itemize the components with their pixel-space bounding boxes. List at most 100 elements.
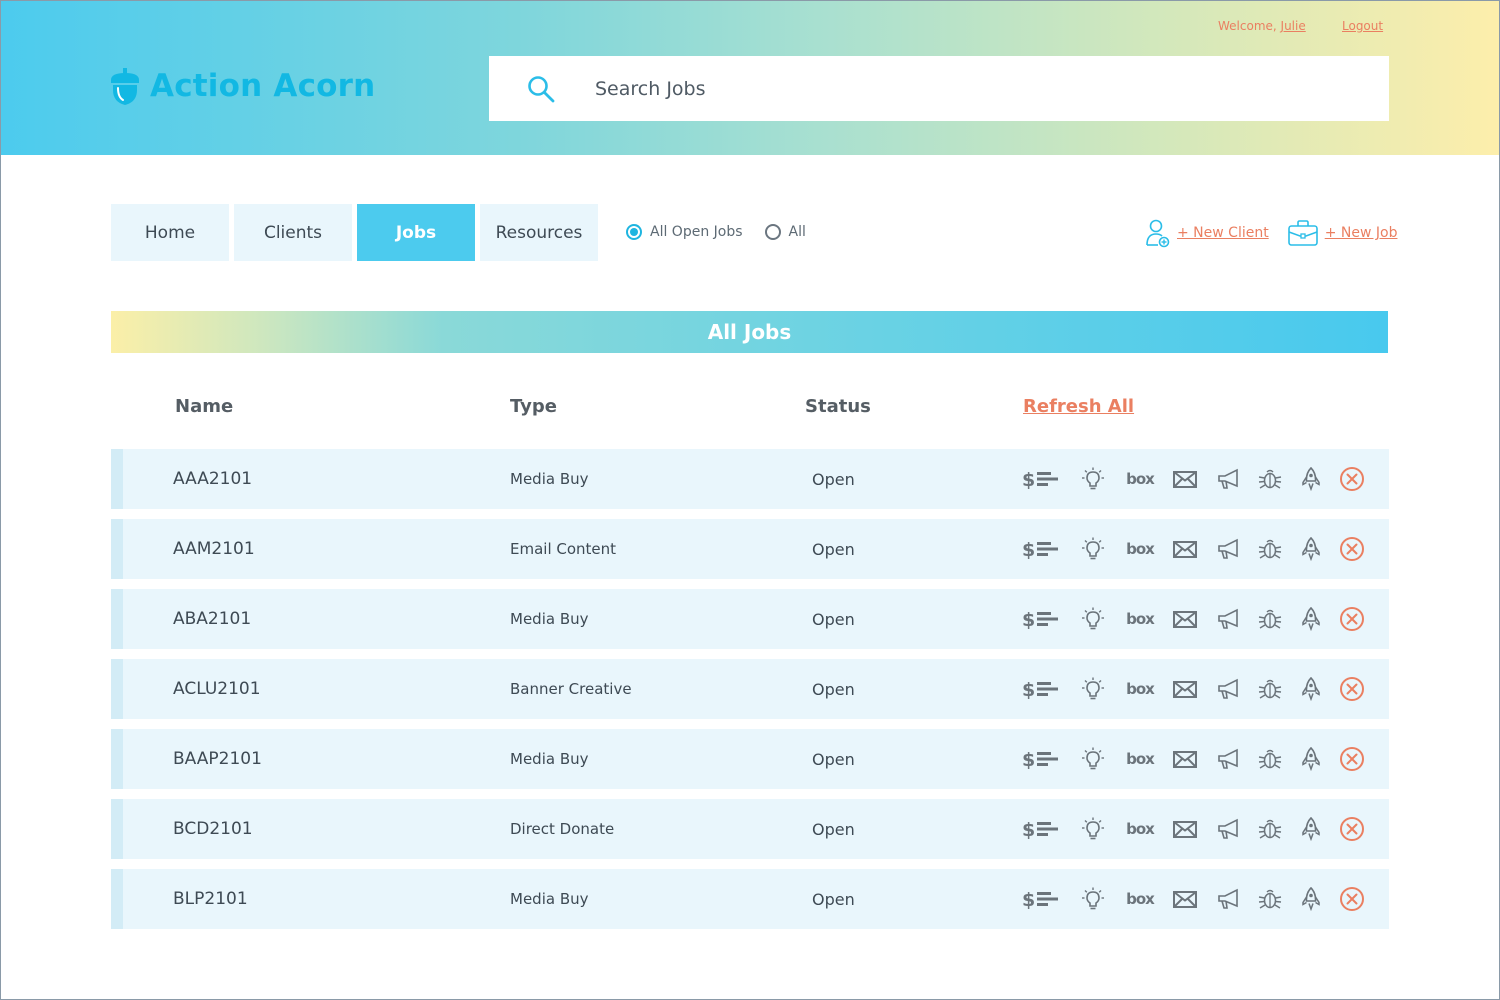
column-header-type[interactable]: Type [510, 396, 557, 417]
svg-text:$: $ [1022, 609, 1035, 631]
billing-icon[interactable]: $ [1022, 747, 1060, 771]
radio-checked-icon[interactable] [626, 224, 642, 240]
refresh-all-link[interactable]: Refresh All [1023, 396, 1134, 417]
delete-icon[interactable] [1339, 537, 1365, 561]
bug-icon[interactable] [1257, 607, 1283, 631]
job-status: Open [812, 749, 855, 769]
box-icon-text: box [1126, 750, 1155, 768]
mail-icon[interactable] [1172, 467, 1198, 491]
idea-icon[interactable] [1079, 677, 1107, 701]
megaphone-icon[interactable] [1216, 607, 1242, 631]
idea-icon[interactable] [1079, 747, 1107, 771]
rocket-icon[interactable] [1300, 887, 1322, 911]
delete-icon[interactable] [1339, 607, 1365, 631]
idea-icon[interactable] [1079, 607, 1107, 631]
box-icon[interactable]: box [1126, 607, 1155, 631]
rocket-icon[interactable] [1300, 467, 1322, 491]
mail-icon[interactable] [1172, 747, 1198, 771]
tab-resources[interactable]: Resources [480, 204, 598, 261]
megaphone-icon[interactable] [1216, 817, 1242, 841]
box-icon[interactable]: box [1126, 467, 1155, 491]
megaphone-icon[interactable] [1216, 747, 1242, 771]
new-job-link[interactable]: + New Job [1287, 219, 1397, 247]
bug-icon[interactable] [1257, 887, 1283, 911]
job-name[interactable]: BCD2101 [173, 799, 253, 859]
job-type: Media Buy [510, 750, 589, 768]
tab-jobs[interactable]: Jobs [357, 204, 475, 261]
table-row[interactable]: AAA2101 Media Buy Open $ box [111, 449, 1389, 509]
bug-icon[interactable] [1257, 677, 1283, 701]
table-row[interactable]: ACLU2101 Banner Creative Open $ box [111, 659, 1389, 719]
user-name-link[interactable]: Julie [1281, 19, 1306, 33]
megaphone-icon[interactable] [1216, 467, 1242, 491]
rocket-icon[interactable] [1300, 747, 1322, 771]
rocket-icon[interactable] [1300, 537, 1322, 561]
job-name[interactable]: ACLU2101 [173, 659, 261, 719]
briefcase-icon [1287, 220, 1318, 246]
mail-icon[interactable] [1172, 607, 1198, 631]
table-row[interactable]: ABA2101 Media Buy Open $ box [111, 589, 1389, 649]
job-name[interactable]: AAM2101 [173, 519, 255, 579]
search-icon[interactable] [527, 75, 555, 103]
billing-icon[interactable]: $ [1022, 817, 1060, 841]
megaphone-icon[interactable] [1216, 537, 1242, 561]
box-icon[interactable]: box [1126, 537, 1155, 561]
box-icon[interactable]: box [1126, 747, 1155, 771]
bug-icon[interactable] [1257, 817, 1283, 841]
delete-icon[interactable] [1339, 747, 1365, 771]
delete-icon[interactable] [1339, 467, 1365, 491]
billing-icon[interactable]: $ [1022, 607, 1060, 631]
job-name[interactable]: BAAP2101 [173, 729, 262, 789]
megaphone-icon[interactable] [1216, 677, 1242, 701]
tab-home[interactable]: Home [111, 204, 229, 261]
box-icon[interactable]: box [1126, 887, 1155, 911]
column-header-status[interactable]: Status [805, 396, 871, 417]
billing-icon[interactable]: $ [1022, 537, 1060, 561]
svg-text:$: $ [1022, 819, 1035, 841]
bug-icon[interactable] [1257, 467, 1283, 491]
job-name[interactable]: ABA2101 [173, 589, 251, 649]
idea-icon[interactable] [1079, 467, 1107, 491]
search-input[interactable] [595, 56, 1355, 121]
job-name[interactable]: BLP2101 [173, 869, 248, 929]
idea-icon[interactable] [1079, 537, 1107, 561]
app-logo[interactable]: Action Acorn [110, 66, 375, 106]
mail-icon[interactable] [1172, 887, 1198, 911]
tab-clients[interactable]: Clients [234, 204, 352, 261]
idea-icon[interactable] [1079, 887, 1107, 911]
logout-link[interactable]: Logout [1342, 19, 1383, 33]
table-row[interactable]: BCD2101 Direct Donate Open $ box [111, 799, 1389, 859]
delete-icon[interactable] [1339, 677, 1365, 701]
mail-icon[interactable] [1172, 677, 1198, 701]
new-client-link[interactable]: + New Client [1145, 218, 1269, 248]
bug-icon[interactable] [1257, 747, 1283, 771]
megaphone-icon[interactable] [1216, 887, 1242, 911]
rocket-icon[interactable] [1300, 817, 1322, 841]
filter-all-open-jobs[interactable]: All Open Jobs [626, 224, 743, 240]
billing-icon[interactable]: $ [1022, 887, 1060, 911]
welcome-message: Welcome, Julie [1218, 19, 1306, 33]
table-header: Name Type Status Refresh All [111, 390, 1388, 426]
billing-icon[interactable]: $ [1022, 677, 1060, 701]
svg-text:$: $ [1022, 679, 1035, 701]
box-icon[interactable]: box [1126, 677, 1155, 701]
job-status: Open [812, 609, 855, 629]
table-row[interactable]: AAM2101 Email Content Open $ box [111, 519, 1389, 579]
radio-unchecked-icon[interactable] [764, 224, 781, 240]
bug-icon[interactable] [1257, 537, 1283, 561]
rocket-icon[interactable] [1300, 607, 1322, 631]
filter-all[interactable]: All [764, 224, 806, 240]
mail-icon[interactable] [1172, 817, 1198, 841]
job-filter-group: All Open Jobs All [626, 224, 828, 240]
idea-icon[interactable] [1079, 817, 1107, 841]
mail-icon[interactable] [1172, 537, 1198, 561]
column-header-name[interactable]: Name [175, 396, 233, 417]
box-icon[interactable]: box [1126, 817, 1155, 841]
table-row[interactable]: BLP2101 Media Buy Open $ box [111, 869, 1389, 929]
billing-icon[interactable]: $ [1022, 467, 1060, 491]
table-row[interactable]: BAAP2101 Media Buy Open $ box [111, 729, 1389, 789]
delete-icon[interactable] [1339, 817, 1365, 841]
rocket-icon[interactable] [1300, 677, 1322, 701]
job-name[interactable]: AAA2101 [173, 449, 252, 509]
delete-icon[interactable] [1339, 887, 1365, 911]
